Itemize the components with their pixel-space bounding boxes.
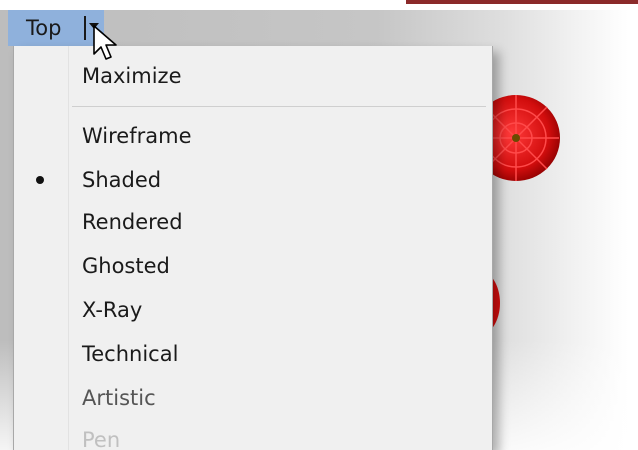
menu-item-rendered[interactable]: Rendered [14, 202, 492, 242]
menu-item-x-ray[interactable]: X-Ray [14, 290, 492, 330]
menu-item-label: Maximize [82, 64, 182, 88]
menu-item-label: X-Ray [82, 298, 143, 322]
menu-item-label: Rendered [82, 210, 183, 234]
menu-item-maximize[interactable]: Maximize [14, 56, 492, 96]
menu-item-label: Artistic [82, 386, 156, 410]
menu-item-label: Wireframe [82, 124, 192, 148]
menu-item-label: Pen [82, 428, 121, 450]
mouse-pointer-icon [93, 25, 117, 60]
selected-bullet-icon [36, 176, 44, 184]
title-accent-bar [406, 0, 638, 4]
menu-item-wireframe[interactable]: Wireframe [14, 116, 492, 156]
menu-item-pen[interactable]: Pen [14, 420, 492, 450]
menu-item-ghosted[interactable]: Ghosted [14, 246, 492, 286]
menu-item-shaded[interactable]: Shaded [14, 160, 492, 200]
rhino-viewport-window: Top Maximize Wireframe Shaded Rendered G… [0, 0, 638, 450]
title-divider [84, 16, 86, 40]
display-mode-menu: Maximize Wireframe Shaded Rendered Ghost… [13, 46, 493, 450]
menu-item-label: Shaded [82, 168, 162, 192]
menu-item-technical[interactable]: Technical [14, 334, 492, 374]
menu-separator [72, 106, 486, 107]
menu-item-label: Technical [82, 342, 179, 366]
viewport-name-label[interactable]: Top [8, 16, 61, 40]
menu-item-artistic[interactable]: Artistic [14, 378, 492, 418]
menu-item-label: Ghosted [82, 254, 170, 278]
